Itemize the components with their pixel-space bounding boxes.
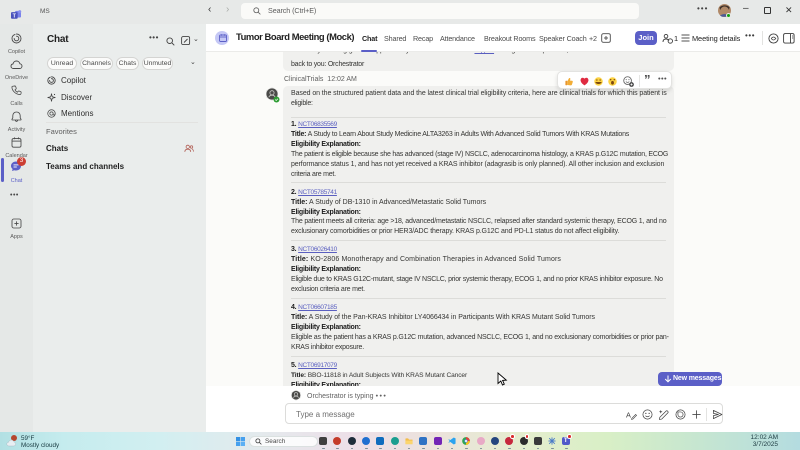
svg-text:A: A <box>626 410 631 419</box>
